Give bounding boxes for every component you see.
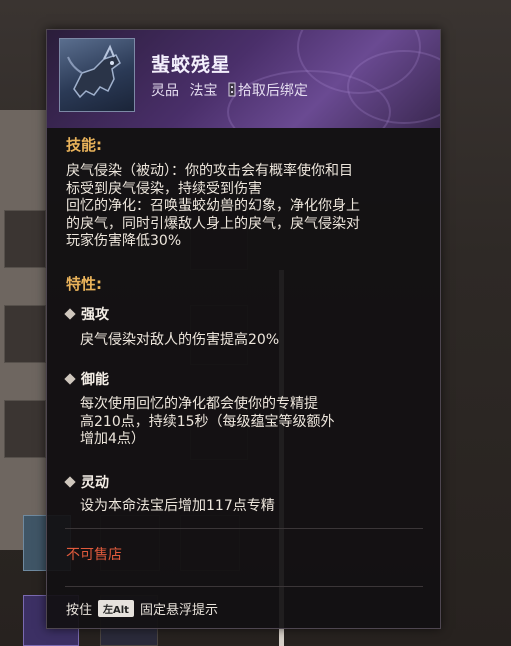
inventory-slot-shoes[interactable]	[4, 400, 46, 458]
inventory-slot-boots[interactable]	[4, 210, 46, 268]
divider	[65, 528, 423, 529]
tooltip-header: 蜚蛟残星 灵品 法宝 拾取后绑定	[47, 30, 440, 128]
skill-line: 的戾气，同时引爆敌人身上的戾气，戾气侵染对	[66, 215, 360, 232]
footer-suffix: 固定悬浮提示	[139, 603, 218, 618]
trait-bullet-icon	[64, 373, 76, 385]
item-grade: 灵品	[151, 83, 179, 99]
skills-section-title: 技能:	[66, 136, 102, 154]
skill-line: 标受到戾气侵染，持续受到伤害	[66, 180, 262, 197]
tooltip-footer: 按住 左Alt 固定悬浮提示	[66, 599, 218, 618]
trait-bullet-icon	[64, 308, 76, 320]
trait-name: 灵动	[81, 475, 109, 491]
beast-figurine-icon	[59, 38, 135, 112]
unsellable-label: 不可售店	[66, 547, 122, 563]
skill-line: 戾气侵染（被动）：你的攻击会有概率使你和目	[66, 163, 353, 179]
trait-description: 每次使用回忆的净化都会使你的专精提 高210点，持续15秒（每级蕴宝等级额外 增…	[80, 396, 335, 449]
trait-name: 御能	[81, 372, 109, 388]
trait-line: 设为本命法宝后增加117点专精	[80, 498, 275, 514]
trait-line: 增加4点）	[80, 431, 145, 447]
item-name: 蜚蛟残星	[151, 54, 232, 76]
item-category: 法宝	[189, 83, 218, 99]
bind-lock-icon	[228, 82, 236, 97]
game-screen: 蜚蛟残星 灵品 法宝 拾取后绑定 技能: 戾气侵染（被动）：你的攻击会有概率使你…	[0, 0, 511, 646]
alt-key-badge: 左Alt	[98, 600, 134, 617]
trait-line: 高210点，持续15秒（每级蕴宝等级额外	[80, 413, 335, 430]
binding-info: 拾取后绑定	[228, 82, 314, 99]
footer-prefix: 按住	[66, 603, 93, 618]
skill-line: 玩家伤害降低30%	[66, 233, 182, 249]
traits-section-title: 特性:	[66, 275, 102, 293]
item-tooltip: 蜚蛟残星 灵品 法宝 拾取后绑定 技能: 戾气侵染（被动）：你的攻击会有概率使你…	[46, 29, 441, 629]
inventory-slot-accessory[interactable]	[4, 305, 46, 363]
trait-line: 每次使用回忆的净化都会使你的专精提	[80, 396, 318, 412]
trait-description: 戾气侵染对敌人的伤害提高20%	[80, 332, 279, 350]
trait-description: 设为本命法宝后增加117点专精	[80, 498, 275, 516]
trait-name: 强攻	[81, 307, 109, 323]
skill-line: 回忆的净化：召唤蜚蛟幼兽的幻象，净化你身上	[66, 198, 360, 214]
skills-description: 戾气侵染（被动）：你的攻击会有概率使你和目 标受到戾气侵染，持续受到伤害 回忆的…	[66, 163, 360, 251]
item-meta: 灵品 法宝 拾取后绑定	[151, 80, 320, 100]
trait-bullet-icon	[64, 476, 76, 488]
divider	[65, 586, 423, 587]
trait-line: 戾气侵染对敌人的伤害提高20%	[80, 332, 280, 348]
binding-text: 拾取后绑定	[237, 83, 308, 99]
